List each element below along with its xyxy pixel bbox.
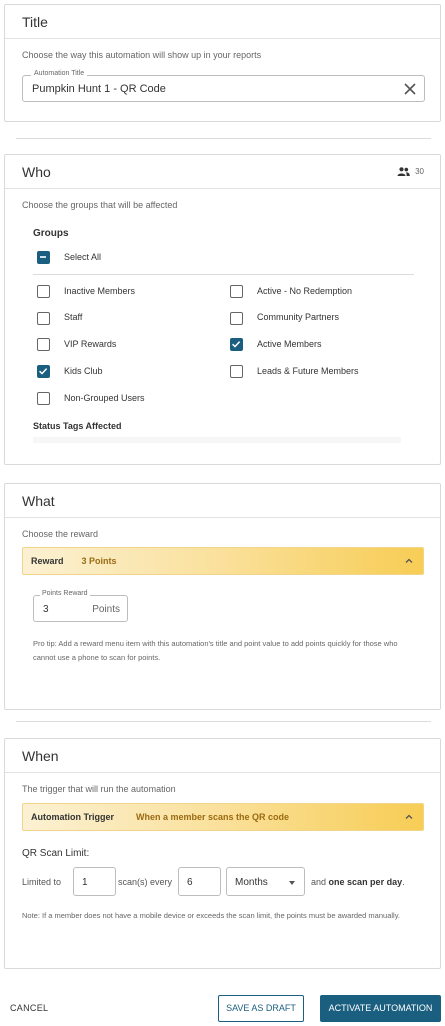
title-card-header: Title (5, 5, 440, 39)
divider (16, 721, 431, 722)
group-label-active-no-redemption[interactable]: Active - No Redemption (257, 286, 352, 296)
check-icon (232, 341, 241, 348)
what-card-subtitle: Choose the reward (22, 529, 99, 539)
reward-accordion-value: 3 Points (81, 556, 117, 566)
pro-tip-text: Pro tip: Add a reward menu item with thi… (33, 639, 398, 662)
group-checkbox-staff[interactable] (37, 312, 50, 325)
group-checkbox-vip-rewards[interactable] (37, 338, 50, 351)
what-card: What Choose the reward Reward 3 Points P… (4, 483, 441, 710)
who-card: Who 30 Choose the groups that will be af… (4, 154, 441, 465)
groups-divider (33, 274, 414, 275)
per-day-text: and one scan per day. (311, 877, 405, 887)
group-label-vip-rewards[interactable]: VIP Rewards (64, 339, 116, 349)
group-checkbox-active-members[interactable] (230, 338, 243, 351)
per-day-bold: one scan per day (328, 877, 403, 887)
points-reward-label: Points Reward (40, 590, 90, 597)
automation-title-input[interactable]: Pumpkin Hunt 1 - QR Code (32, 83, 166, 95)
group-checkbox-community-partners[interactable] (230, 312, 243, 325)
scan-limit-note: Note: If a member does not have a mobile… (22, 911, 400, 920)
chevron-up-icon[interactable] (405, 558, 413, 564)
title-card-heading: Title (22, 13, 48, 30)
cancel-button[interactable]: CANCEL (10, 1003, 48, 1013)
group-label-community-partners[interactable]: Community Partners (257, 312, 339, 322)
reward-accordion-key: Reward (31, 556, 64, 566)
who-card-heading: Who (22, 163, 51, 180)
scan-count-input[interactable]: 1 (73, 867, 116, 896)
group-label-leads-future-members[interactable]: Leads & Future Members (257, 366, 359, 376)
group-label-staff[interactable]: Staff (64, 312, 82, 322)
points-reward-unit: Points (92, 604, 120, 615)
group-label-kids-club[interactable]: Kids Club (64, 366, 103, 376)
period-end: . (402, 877, 405, 887)
dropdown-caret-icon (289, 881, 295, 885)
group-checkbox-inactive-members[interactable] (37, 285, 50, 298)
activate-automation-button[interactable]: ACTIVATE AUTOMATION (320, 995, 441, 1022)
limited-to-text: Limited to (22, 877, 62, 887)
groups-heading: Groups (33, 228, 69, 239)
select-all-checkbox[interactable] (37, 251, 50, 264)
automation-title-field[interactable]: Automation Title Pumpkin Hunt 1 - QR Cod… (22, 70, 425, 102)
save-draft-button[interactable]: SAVE AS DRAFT (218, 995, 304, 1022)
group-checkbox-active-no-redemption[interactable] (230, 285, 243, 298)
what-card-heading: What (22, 492, 55, 509)
trigger-accordion-value: When a member scans the QR code (136, 812, 290, 822)
close-icon[interactable] (403, 82, 417, 96)
group-label-non-grouped-users[interactable]: Non-Grouped Users (64, 393, 145, 403)
member-count: 30 (397, 167, 424, 176)
title-card: Title Choose the way this automation wil… (4, 4, 441, 122)
and-text: and (311, 877, 327, 887)
when-card-heading: When (22, 747, 59, 764)
period-count-input[interactable]: 6 (178, 867, 221, 896)
who-card-header: Who 30 (5, 155, 440, 189)
chevron-up-icon[interactable] (405, 814, 413, 820)
select-all-label[interactable]: Select All (64, 252, 101, 262)
group-checkbox-kids-club[interactable] (37, 365, 50, 378)
what-card-header: What (5, 484, 440, 518)
group-label-inactive-members[interactable]: Inactive Members (64, 286, 135, 296)
people-icon (397, 167, 410, 176)
scans-every-text: scan(s) every (118, 877, 173, 887)
status-tags-heading: Status Tags Affected (33, 421, 122, 431)
automation-title-label: Automation Title (31, 70, 88, 77)
points-reward-field[interactable]: Points Reward 3 Points (33, 590, 128, 622)
when-card: When The trigger that will run the autom… (4, 738, 441, 969)
qr-scan-limit-label: QR Scan Limit: (22, 848, 90, 859)
status-tags-bar (33, 437, 401, 443)
when-card-subtitle: The trigger that will run the automation (22, 784, 176, 794)
divider (16, 138, 431, 139)
group-label-active-members[interactable]: Active Members (257, 339, 322, 349)
group-checkbox-leads-future-members[interactable] (230, 365, 243, 378)
who-card-subtitle: Choose the groups that will be affected (22, 200, 178, 210)
member-count-value: 30 (415, 167, 424, 176)
check-icon (39, 368, 48, 375)
minus-icon (40, 256, 46, 258)
group-checkbox-non-grouped-users[interactable] (37, 392, 50, 405)
points-reward-input[interactable]: 3 (43, 604, 49, 615)
title-card-subtitle: Choose the way this automation will show… (22, 50, 262, 60)
period-unit-select[interactable]: Months (226, 867, 305, 896)
reward-accordion[interactable]: Reward 3 Points (22, 547, 424, 575)
when-card-header: When (5, 739, 440, 773)
trigger-accordion[interactable]: Automation Trigger When a member scans t… (22, 803, 424, 831)
period-unit-value: Months (235, 877, 268, 888)
trigger-accordion-key: Automation Trigger (31, 812, 114, 822)
